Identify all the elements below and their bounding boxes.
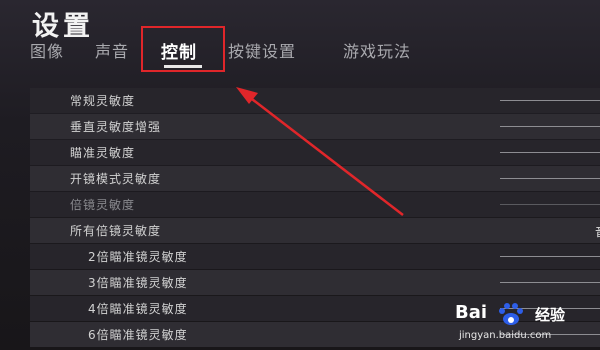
watermark-logo-text: Bai bbox=[455, 302, 488, 323]
baidu-jingyan-watermark: Bai 经验 jingyan.baidu.com bbox=[455, 298, 600, 350]
paw-icon bbox=[499, 303, 523, 325]
arrow-shaft bbox=[247, 95, 404, 216]
watermark-url: jingyan.baidu.com bbox=[459, 330, 552, 341]
watermark-suffix: 经验 bbox=[535, 306, 566, 324]
